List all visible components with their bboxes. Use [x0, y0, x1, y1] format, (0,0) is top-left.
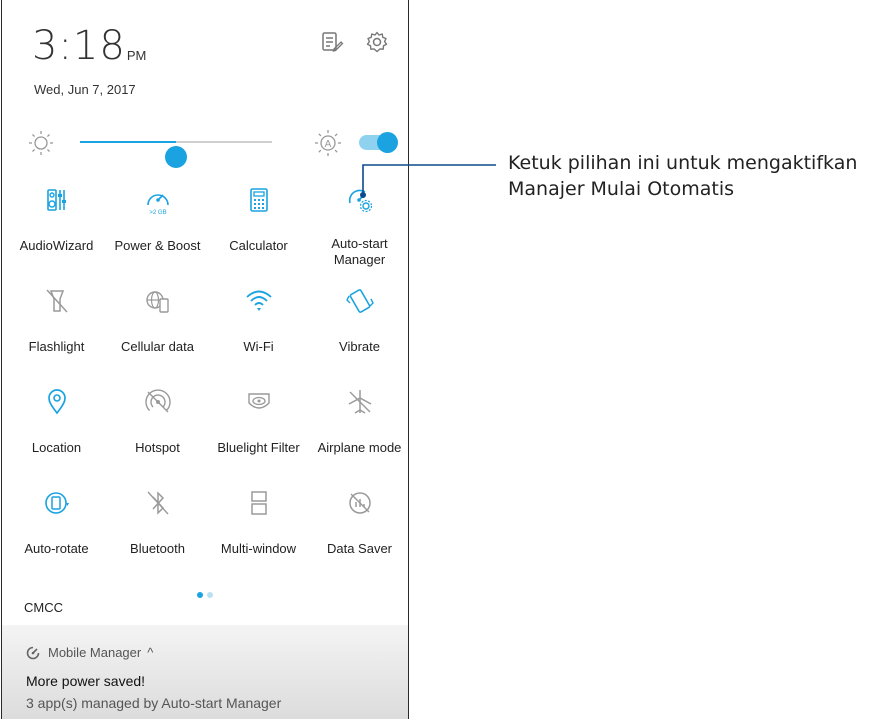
auto-brightness-icon: A [315, 130, 341, 156]
hotspot-icon [145, 389, 171, 413]
clock: 3:18 PM [32, 26, 146, 66]
notification-title: More power saved! [26, 673, 146, 689]
tile-calculator[interactable]: Calculator [208, 180, 309, 280]
auto-start-manager-icon [348, 189, 373, 213]
tile-label: Bluelight Filter [217, 440, 300, 455]
tile-airplane[interactable]: Airplane mode [309, 382, 408, 482]
page-dot [207, 592, 213, 598]
tile-hotspot[interactable]: Hotspot [107, 382, 208, 482]
mobile-manager-icon [26, 646, 40, 659]
settings-gear-icon[interactable] [365, 30, 389, 54]
bluelight-filter-icon [248, 393, 270, 409]
data-saver-icon [349, 492, 371, 514]
tile-label: Cellular data [121, 339, 194, 354]
toggle-knob [377, 132, 398, 153]
notification-app-name: Mobile Manager [48, 645, 142, 660]
tile-flashlight[interactable]: Flashlight [6, 281, 107, 381]
notification-card[interactable]: Mobile Manager ^ More power saved! 3 app… [2, 625, 408, 719]
tile-multi-window[interactable]: Multi-window [208, 483, 309, 583]
calculator-icon [250, 188, 268, 212]
tile-label: Power & Boost [114, 238, 201, 253]
tile-auto-rotate[interactable]: Auto-rotate [6, 483, 107, 583]
tile-label: Auto-rotate [24, 541, 89, 556]
page-indicator [197, 585, 217, 603]
brightness-low-icon [29, 131, 53, 155]
airplane-icon [348, 390, 372, 414]
multi-window-icon [251, 491, 267, 515]
cellular-data-icon [146, 291, 169, 313]
edit-list-icon[interactable] [320, 30, 344, 54]
tile-label: Calculator [229, 238, 288, 253]
bluetooth-icon [147, 491, 169, 515]
svg-text:>2 GB: >2 GB [149, 210, 166, 215]
auto-rotate-icon [45, 492, 69, 514]
tile-power-boost[interactable]: >2 GB Power & Boost [107, 180, 208, 280]
tile-label: Wi-Fi [243, 339, 274, 354]
location-icon [48, 389, 66, 415]
tile-label: Auto-start Manager [331, 236, 388, 267]
svg-text:A: A [325, 139, 332, 150]
tile-label: Vibrate [339, 339, 380, 354]
tile-label: Hotspot [135, 440, 180, 455]
tile-label: Flashlight [28, 339, 85, 354]
tile-label: AudioWizard [19, 238, 94, 253]
tile-audiowizard[interactable]: AudioWizard [6, 180, 107, 280]
flashlight-icon [46, 289, 68, 313]
brightness-row: A [2, 125, 408, 168]
tile-label: Multi-window [220, 541, 297, 556]
notification-text: 3 app(s) managed by Auto-start Manager [26, 695, 282, 711]
clock-time: 3:18 [32, 23, 126, 69]
date-label: Wed, Jun 7, 2017 [34, 82, 136, 97]
tile-label: Location [31, 440, 82, 455]
tile-label: Data Saver [326, 541, 393, 556]
tile-label: Bluetooth [130, 541, 185, 556]
clock-ampm: PM [126, 48, 147, 63]
audiowizard-icon [47, 189, 66, 211]
wifi-icon [246, 290, 272, 311]
brightness-slider-fill [80, 141, 176, 143]
carrier-label: CMCC [24, 600, 63, 615]
power-boost-icon: >2 GB [147, 194, 169, 215]
tile-data-saver[interactable]: Data Saver [309, 483, 408, 583]
tile-label: Airplane mode [317, 440, 402, 455]
page-dot [197, 592, 203, 598]
quick-settings-panel: 3:18 PM Wed, Jun 7, 2017 A AudioWizard >… [1, 0, 409, 719]
tile-wifi[interactable]: Wi-Fi [208, 281, 309, 381]
tile-location[interactable]: Location [6, 382, 107, 482]
brightness-slider-thumb[interactable] [165, 146, 187, 168]
tile-bluelight-filter[interactable]: Bluelight Filter [208, 382, 309, 482]
tile-vibrate[interactable]: Vibrate [309, 281, 408, 381]
chevron-up-icon: ^ [147, 645, 154, 660]
notification-header[interactable]: Mobile Manager ^ [26, 645, 153, 660]
tile-cellular-data[interactable]: Cellular data [107, 281, 208, 381]
vibrate-icon [346, 289, 374, 313]
tile-auto-start-manager[interactable]: Auto-start Manager [309, 180, 408, 280]
callout-text: Ketuk pilihan ini untuk mengaktifkan Man… [508, 152, 858, 200]
auto-brightness-toggle[interactable] [357, 132, 399, 153]
tile-bluetooth[interactable]: Bluetooth [107, 483, 208, 583]
brightness-slider[interactable] [80, 141, 272, 168]
